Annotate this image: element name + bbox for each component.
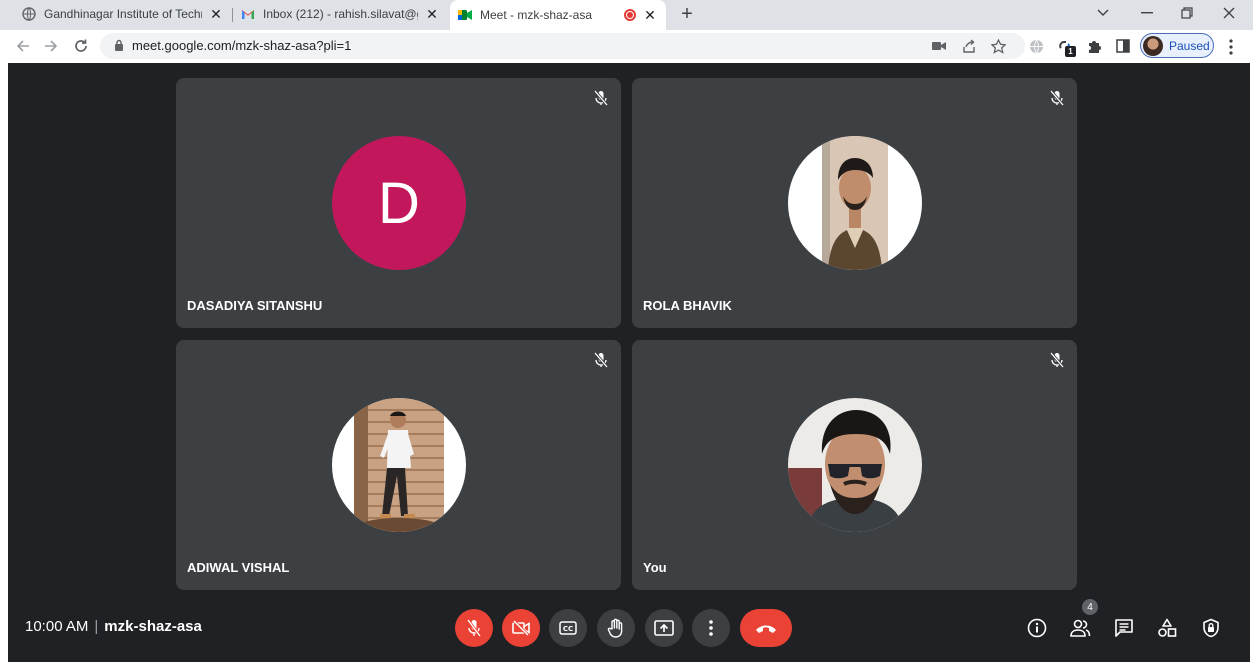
avatar: D <box>332 136 466 270</box>
camera-toggle-button[interactable] <box>502 609 540 647</box>
new-tab-button[interactable]: + <box>676 4 698 26</box>
more-vert-icon <box>708 619 714 637</box>
tab-meet[interactable]: Meet - mzk-shaz-asa ✕ <box>450 0 666 30</box>
participant-tile[interactable]: D DASADIYA SITANSHU <box>176 78 621 328</box>
close-icon[interactable]: ✕ <box>424 6 440 22</box>
globe-icon <box>22 7 36 21</box>
browser-toolbar: meet.google.com/mzk-shaz-asa?pli=1 1 Pau… <box>0 30 1253 62</box>
participant-name: ROLA BHAVIK <box>643 298 732 313</box>
restore-icon[interactable] <box>1172 2 1202 24</box>
tab-gandhinagar[interactable]: Gandhinagar Institute of Technol ✕ <box>14 2 232 26</box>
participant-tile[interactable]: ADIWAL VISHAL <box>176 340 621 590</box>
participant-name: You <box>643 560 667 575</box>
chat-button[interactable] <box>1111 615 1137 641</box>
tab-title: Meet - mzk-shaz-asa <box>480 8 593 22</box>
camera-icon[interactable] <box>930 37 948 55</box>
captions-button[interactable]: CC <box>549 609 587 647</box>
mic-off-icon <box>591 88 611 108</box>
participant-name: ADIWAL VISHAL <box>187 560 290 575</box>
side-panel-icon[interactable] <box>1114 37 1132 55</box>
bookmark-star-icon[interactable] <box>989 37 1007 55</box>
address-bar[interactable]: meet.google.com/mzk-shaz-asa?pli=1 <box>100 33 1025 59</box>
window-close-icon[interactable] <box>1214 2 1244 24</box>
mic-toggle-button[interactable] <box>455 609 493 647</box>
share-icon[interactable] <box>960 37 978 55</box>
people-icon <box>1069 619 1091 637</box>
meet-icon <box>458 8 472 22</box>
tab-title: Inbox (212) - rahish.silavat@git.ac <box>263 7 418 21</box>
mic-off-icon <box>1047 88 1067 108</box>
gmail-icon <box>241 7 255 21</box>
tab-search-chevron-icon[interactable] <box>1088 2 1118 24</box>
extension-link-icon[interactable]: 1 <box>1056 37 1076 57</box>
mic-off-icon <box>591 350 611 370</box>
people-button[interactable] <box>1067 615 1093 641</box>
close-icon[interactable]: ✕ <box>642 7 658 23</box>
shield-lock-icon <box>1202 618 1220 638</box>
host-controls-button[interactable] <box>1198 615 1224 641</box>
meeting-time: 10:00 AM <box>25 618 89 635</box>
extension-globe-icon[interactable] <box>1027 37 1045 55</box>
close-icon[interactable]: ✕ <box>208 6 224 22</box>
meeting-info-text: 10:00 AM | mzk-shaz-asa <box>25 618 202 635</box>
meet-control-bar: 10:00 AM | mzk-shaz-asa CC 4 <box>8 599 1250 662</box>
present-screen-icon <box>654 620 674 636</box>
more-options-button[interactable] <box>692 609 730 647</box>
captions-icon: CC <box>559 621 577 635</box>
divider: | <box>94 618 99 635</box>
raise-hand-icon <box>607 618 625 638</box>
activities-button[interactable] <box>1154 615 1180 641</box>
leave-call-button[interactable] <box>740 609 792 647</box>
recording-indicator-icon <box>624 9 636 21</box>
participant-tile[interactable]: ROLA BHAVIK <box>632 78 1077 328</box>
browser-menu-icon[interactable] <box>1224 38 1238 56</box>
present-screen-button[interactable] <box>645 609 683 647</box>
meeting-details-button[interactable] <box>1024 615 1050 641</box>
browser-tab-strip: Gandhinagar Institute of Technol ✕ Inbox… <box>0 0 1253 30</box>
profile-button[interactable]: Paused <box>1140 33 1214 58</box>
participant-tile[interactable]: You <box>632 340 1077 590</box>
forward-button[interactable] <box>41 36 61 56</box>
avatar <box>1143 35 1163 56</box>
url-text: meet.google.com/mzk-shaz-asa?pli=1 <box>132 38 352 53</box>
avatar <box>788 136 922 270</box>
back-button[interactable] <box>13 36 33 56</box>
tab-title: Gandhinagar Institute of Technol <box>44 7 202 21</box>
profile-status: Paused <box>1169 38 1210 53</box>
hang-up-icon <box>754 622 778 634</box>
activities-icon <box>1157 618 1177 638</box>
raise-hand-button[interactable] <box>597 609 635 647</box>
meeting-code: mzk-shaz-asa <box>104 618 202 635</box>
mic-off-icon <box>466 619 482 637</box>
mic-off-icon <box>1047 350 1067 370</box>
avatar <box>332 398 466 532</box>
lock-icon[interactable] <box>114 39 124 57</box>
chat-icon <box>1114 618 1134 638</box>
info-icon <box>1027 618 1047 638</box>
svg-text:CC: CC <box>563 625 573 633</box>
camera-off-icon <box>512 620 530 636</box>
avatar <box>788 398 922 532</box>
reload-button[interactable] <box>71 36 91 56</box>
minimize-icon[interactable] <box>1132 2 1162 24</box>
extension-badge: 1 <box>1065 46 1076 57</box>
meet-stage: D DASADIYA SITANSHU ROLA BHAVIK ADIWAL V… <box>8 63 1250 662</box>
tab-gmail[interactable]: Inbox (212) - rahish.silavat@git.ac ✕ <box>233 2 448 26</box>
participant-name: DASADIYA SITANSHU <box>187 298 323 313</box>
participant-count-badge: 4 <box>1082 599 1098 615</box>
extensions-puzzle-icon[interactable] <box>1085 37 1103 55</box>
